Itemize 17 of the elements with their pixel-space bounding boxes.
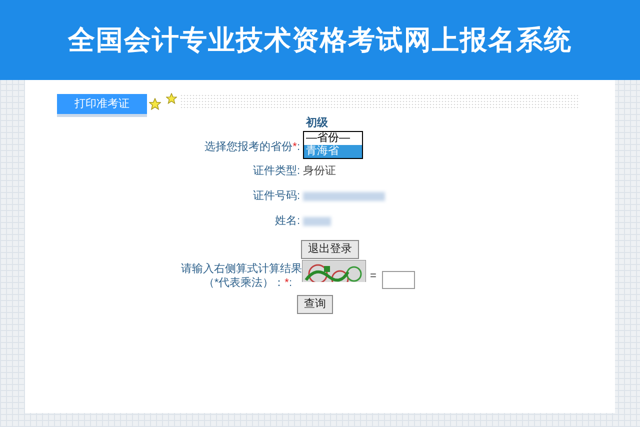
captcha-hint: （*代表乘法）：*: (203, 276, 293, 290)
logout-button[interactable]: 退出登录 (301, 240, 359, 259)
province-dropdown-list[interactable]: —省份— 青海省 (303, 131, 363, 159)
answer-field[interactable] (382, 271, 416, 289)
field-label: 证件类型: (252, 165, 300, 178)
field-label: 证件号码: (252, 190, 300, 202)
province-label: 选择您报考的省份*: (204, 140, 300, 152)
equals-sign: = (370, 268, 376, 284)
star-icon (166, 93, 177, 104)
page-title: 全国会计专业技术资格考试网上报名系统 (68, 24, 572, 57)
star-icon (149, 98, 161, 110)
query-button[interactable]: 查询 (297, 295, 333, 314)
captcha-label: 请输入右侧算式计算结果 (181, 262, 302, 276)
dropdown-option[interactable]: —省份— (304, 132, 362, 145)
field-label: 姓名: (274, 215, 300, 228)
field-value: 身份证 (303, 164, 336, 180)
level-text: 初级 (306, 117, 328, 130)
